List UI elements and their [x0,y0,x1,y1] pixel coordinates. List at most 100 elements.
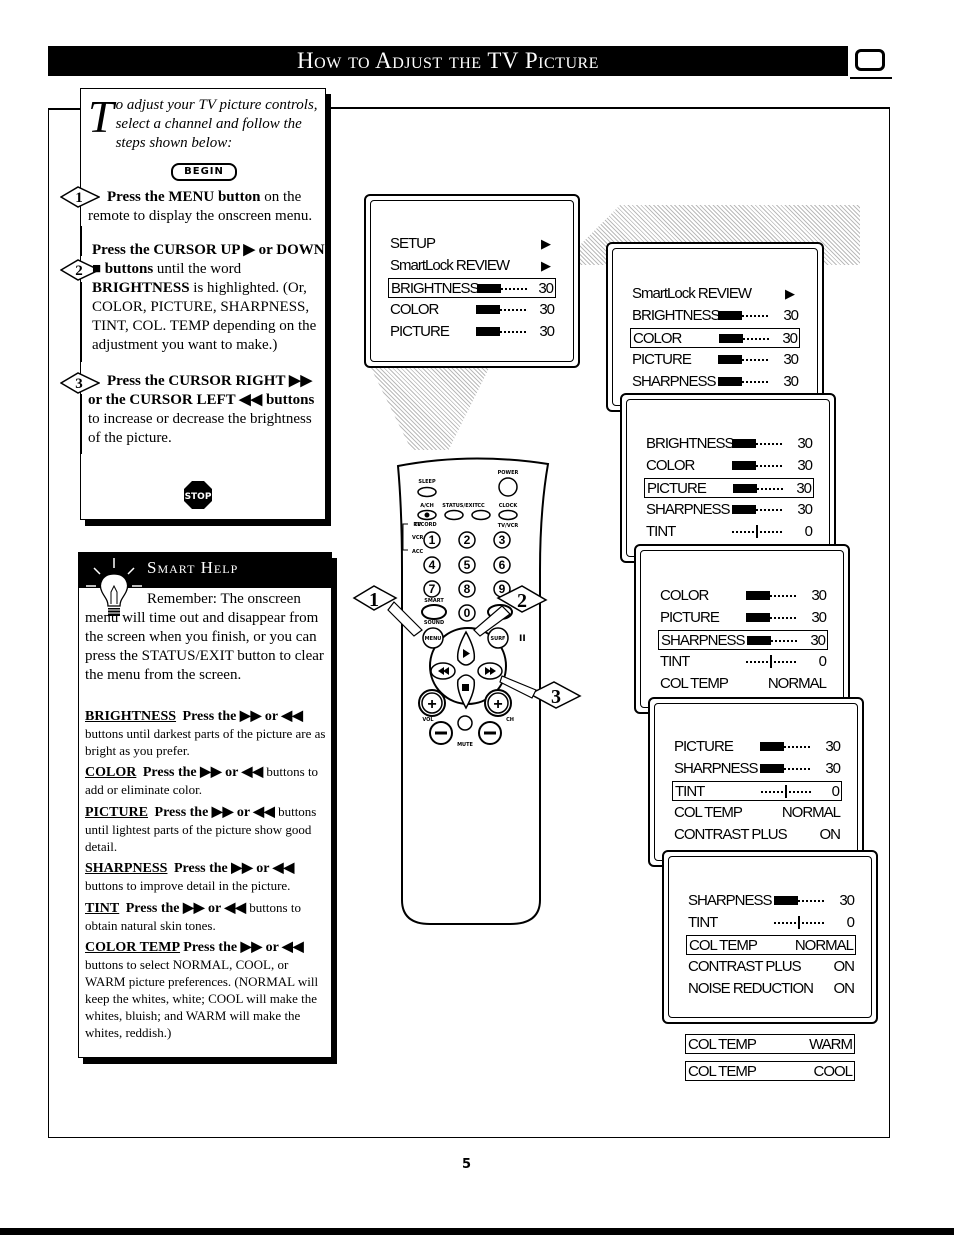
level-bar-fill [719,334,743,343]
menu-item-tint[interactable]: TINT 0 [644,522,814,542]
digit-button[interactable]: 3 [493,531,511,549]
menu-item-noise-reduction[interactable]: NOISE REDUCTION ON [686,979,856,999]
menu-item-picture[interactable]: PICTURE 30 [388,322,556,342]
clock-button[interactable] [498,509,518,521]
ch-down-button[interactable] [478,721,502,745]
level-bar-track [784,746,810,748]
svg-text:7: 7 [429,582,436,596]
level-bar-fill [774,896,798,905]
level-bar-track [771,640,797,642]
col-temp-option-cool[interactable]: COL TEMP COOL [685,1061,855,1081]
digit-button[interactable]: 0 [458,604,476,622]
surf-button[interactable]: SURF [487,627,509,649]
level-bar-fill [746,591,770,600]
menu-item-col-temp[interactable]: COL TEMP NORMAL [658,674,828,694]
svg-text:SOUND: SOUND [424,620,444,626]
menu-item-value: 30 [783,307,799,324]
menu-item-contrast-plus[interactable]: CONTRAST PLUS ON [686,957,856,977]
level-bar-fill [476,305,500,314]
page-title: How to Adjust the TV Picture [48,46,848,76]
level-bar-track [770,617,796,619]
svg-text:4: 4 [429,558,436,572]
vol-up-button[interactable]: + [418,689,446,717]
menu-item-smartlock-review[interactable]: SmartLock REVIEW ▶ [388,256,556,276]
menu-item-value: 30 [797,457,813,474]
menu-item-brightness[interactable]: BRIGHTNESS 30 [388,278,556,298]
menu-item-value: 30 [783,373,799,390]
menu-item-sharpness[interactable]: SHARPNESS 30 [686,891,856,911]
menu-item-setup[interactable]: SETUP ▶ [388,234,556,254]
menu-item-tint[interactable]: TINT 0 [658,652,828,672]
menu-item-color[interactable]: COLOR 30 [630,328,800,348]
cc-button[interactable] [471,509,491,521]
svg-text:3: 3 [499,533,506,547]
level-bar-track [784,768,810,770]
menu-item-picture[interactable]: PICTURE 30 [672,737,842,757]
level-bar-fill [718,377,742,386]
menu-item-col-temp[interactable]: COL TEMP NORMAL [672,803,842,823]
svg-text:CH: CH [506,717,514,723]
menu-item-brightness[interactable]: BRIGHTNESS 30 [630,306,800,326]
menu-item-sharpness[interactable]: SHARPNESS 30 [672,759,842,779]
menu-item-sharpness[interactable]: SHARPNESS 30 [658,630,828,650]
menu-item-color[interactable]: COLOR 30 [388,300,556,320]
menu-item-value: 30 [538,280,554,297]
vol-down-button[interactable] [429,721,453,745]
digit-button[interactable]: 8 [458,580,476,598]
help-lead: Press the ▶▶ or ◀◀ [182,709,303,724]
smart-picture-button[interactable] [421,604,447,620]
menu-item-picture[interactable]: PICTURE 30 [644,478,814,498]
menu-item-label: PICTURE [674,738,734,755]
menu-item-tint[interactable]: TINT 0 [686,913,856,933]
digit-button[interactable]: 2 [458,531,476,549]
menu-item-value: 30 [810,632,826,649]
col-temp-option-warm[interactable]: COL TEMP WARM [685,1034,855,1054]
digit-button[interactable]: 7 [423,580,441,598]
intro-text: o adjust your TV picture controls, selec… [115,97,318,151]
menu-item-value: 30 [825,760,841,777]
smart-help-title: Smart Help [147,558,239,577]
menu-item-value: 30 [782,330,798,347]
digit-button[interactable]: 6 [493,556,511,574]
digit-button[interactable]: 1 [423,531,441,549]
menu-button[interactable]: MENU [422,627,444,649]
level-bar-track [742,315,768,317]
menu-item-contrast-plus[interactable]: CONTRAST PLUS ON [672,825,842,845]
menu-item-picture[interactable]: PICTURE 30 [658,608,828,628]
help-item-brightness: BRIGHTNESS Press the ▶▶ or ◀◀ buttons un… [85,707,327,759]
svg-text:1: 1 [369,589,379,611]
submenu-arrow-icon: ▶ [541,258,551,273]
step-2-body: until the word [153,261,242,277]
menu-item-color[interactable]: COLOR 30 [658,586,828,606]
cursor-right-button[interactable] [477,662,503,680]
menu-item-smartlock-review[interactable]: SmartLock REVIEW ▶ [630,284,800,304]
pause-icon: II [519,634,526,644]
menu-item-sharpness[interactable]: SHARPNESS 30 [644,500,814,520]
menu-item-color[interactable]: COLOR 30 [644,456,814,476]
svg-text:5: 5 [464,558,471,572]
cursor-left-button[interactable] [430,662,456,680]
menu-item-col-temp[interactable]: COL TEMP NORMAL [686,935,856,955]
digit-button[interactable]: 4 [423,556,441,574]
menu-item-label: COLOR [390,301,439,318]
menu-item-picture[interactable]: PICTURE 30 [630,350,800,370]
menu-item-sharpness[interactable]: SHARPNESS 30 [630,372,800,392]
menu-item-tint[interactable]: TINT 0 [672,781,842,801]
menu-item-brightness[interactable]: BRIGHTNESS 30 [644,434,814,454]
level-bar-track [798,900,824,902]
mute-button[interactable] [457,715,473,731]
power-button[interactable] [498,477,518,497]
option-label: COL TEMP [688,1063,757,1080]
svg-text:0: 0 [464,606,471,620]
svg-text:SLEEP: SLEEP [418,479,436,485]
status-exit-button[interactable] [444,509,464,521]
sleep-button[interactable] [417,486,437,498]
menu-item-value: 30 [839,892,855,909]
menu-item-label: SHARPNESS [646,501,731,518]
menu-item-value: 0 [846,914,855,931]
ch-up-button[interactable]: + [484,689,512,717]
drop-cap: T [88,91,114,142]
menu-item-value: ON [833,980,855,997]
digit-button[interactable]: 5 [458,556,476,574]
level-bar-track [770,595,796,597]
